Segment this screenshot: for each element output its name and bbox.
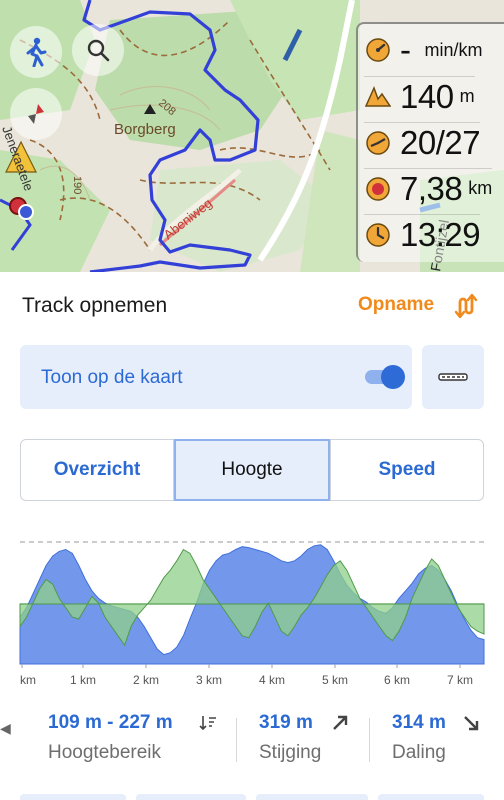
compass-button[interactable] xyxy=(10,88,62,140)
altitude-icon xyxy=(364,83,392,111)
distance-value: 7,38 xyxy=(400,169,463,207)
tab-elevation[interactable]: Hoogte xyxy=(174,439,330,501)
elevation-chart[interactable]: km 1 km 2 km 3 km 4 km 5 km 6 km 7 km xyxy=(0,534,504,694)
sheet-title: Track opnemen xyxy=(22,294,168,317)
record-button-label[interactable]: Opname xyxy=(358,294,434,316)
bottom-action-chip[interactable] xyxy=(136,794,246,800)
chart-x-tick-label: 5 km xyxy=(322,673,348,687)
show-on-map-toggle[interactable] xyxy=(365,365,407,389)
chart-series xyxy=(19,544,485,665)
elevation-range-label: Hoogtebereik xyxy=(48,742,162,763)
chart-x-tick-label: 2 km xyxy=(133,673,159,687)
chart-x-ticks: km 1 km 2 km 3 km 4 km 5 km 6 km 7 km xyxy=(20,664,473,687)
elevation-range-value: 109 m - 227 m xyxy=(48,712,173,733)
chart-x-tick-label: 7 km xyxy=(447,673,473,687)
walking-person-icon xyxy=(26,37,47,67)
map-view[interactable]: Borgberg 208 Abeniweg Jeneraetele 190 Fo… xyxy=(0,0,504,272)
map-label-number: 190 xyxy=(71,176,83,194)
distance-widget[interactable]: 7,38 km xyxy=(364,168,493,208)
stat-divider xyxy=(369,718,370,762)
range-sort-icon xyxy=(199,716,216,731)
distance-icon xyxy=(364,175,392,203)
descent-label: Daling xyxy=(392,742,446,763)
arrow-down-right-icon xyxy=(464,716,479,731)
track-recording-sheet: Track opnemen Opname Toon op de kaart Ov… xyxy=(0,272,504,800)
time-widget[interactable]: 13:29 xyxy=(364,214,481,254)
show-on-map-label: Toon op de kaart xyxy=(41,367,183,388)
chart-x-tick-label: 3 km xyxy=(196,673,222,687)
chart-x-tick-label: 1 km xyxy=(70,673,96,687)
arrow-up-right-icon xyxy=(333,715,348,730)
speed-unit: min/km xyxy=(424,39,483,60)
bottom-action-chip[interactable] xyxy=(256,794,368,800)
speed-value: - xyxy=(400,31,411,68)
altitude-unit: m xyxy=(459,86,475,106)
chart-x-tick-label: km xyxy=(20,673,36,687)
clock-icon xyxy=(364,221,392,249)
map-label-peak: Borgberg xyxy=(114,121,176,138)
chart-x-tick-label: 4 km xyxy=(259,673,285,687)
track-appearance-button[interactable] xyxy=(422,345,484,409)
descent-value: 314 m xyxy=(392,712,446,733)
bottom-action-chip[interactable] xyxy=(378,794,484,800)
distance-unit: km xyxy=(468,178,493,198)
stat-divider xyxy=(236,718,237,762)
bottom-action-row xyxy=(0,794,504,800)
walk-mode-button[interactable] xyxy=(10,26,62,78)
tab-speed[interactable]: Speed xyxy=(331,440,483,500)
chart-tab-bar: Overzicht Hoogte Speed xyxy=(20,439,484,501)
scroll-left-indicator: ◀ xyxy=(0,720,11,736)
stat-ascent[interactable]: 319 m Stijging xyxy=(259,712,321,764)
search-icon xyxy=(87,39,110,62)
cadence-icon xyxy=(364,129,392,157)
record-route-icon[interactable] xyxy=(452,292,480,320)
map-widget-panel: - min/km 140 m 20/27 7,38 km 13:29 xyxy=(356,22,504,262)
compass-icon xyxy=(28,104,44,124)
stat-elevation-range[interactable]: 109 m - 227 m Hoogtebereik xyxy=(48,712,173,764)
chart-x-tick-label: 6 km xyxy=(384,673,410,687)
cadence-value: 20/27 xyxy=(400,123,481,161)
ascent-label: Stijging xyxy=(259,742,322,763)
speedometer-icon xyxy=(364,36,392,64)
bottom-action-chip[interactable] xyxy=(20,794,126,800)
cadence-widget[interactable]: 20/27 xyxy=(364,122,481,162)
altitude-widget[interactable]: 140 m xyxy=(364,76,475,116)
show-on-map-row[interactable]: Toon op de kaart xyxy=(20,345,412,409)
time-value: 13:29 xyxy=(400,215,481,253)
tab-overview[interactable]: Overzicht xyxy=(21,440,173,500)
stats-row: ◀ 109 m - 227 m Hoogtebereik 319 m Stijg… xyxy=(0,712,504,772)
track-line-style-icon xyxy=(438,373,468,381)
speed-widget[interactable]: - min/km xyxy=(364,30,483,70)
map-search-button[interactable] xyxy=(72,24,124,76)
altitude-value: 140 xyxy=(400,77,454,115)
toggle-knob xyxy=(381,365,405,389)
stat-descent[interactable]: 314 m Daling xyxy=(392,712,446,764)
ascent-value: 319 m xyxy=(259,712,313,733)
